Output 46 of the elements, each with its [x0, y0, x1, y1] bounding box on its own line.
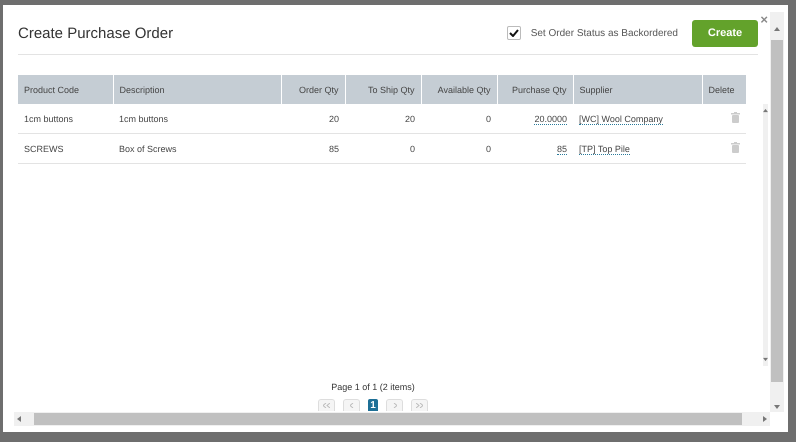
table-cell: 20 — [404, 114, 415, 124]
scroll-down-icon[interactable] — [763, 357, 768, 362]
close-button[interactable]: × — [760, 15, 768, 25]
scroll-right-icon[interactable] — [762, 416, 768, 422]
last-page-button[interactable] — [411, 399, 428, 411]
double-chevron-right-icon — [416, 403, 423, 408]
table-cell: Box of Screws — [119, 144, 177, 154]
page-summary: Page 1 of 1 (2 items) — [331, 382, 415, 392]
table-cell: 1cm buttons — [119, 114, 168, 124]
trash-icon[interactable] — [731, 142, 740, 153]
double-chevron-left-icon — [323, 403, 330, 408]
checkbox-label: Set Order Status as Backordered — [530, 28, 678, 38]
previous-page-button[interactable] — [343, 399, 360, 411]
column-header[interactable]: Supplier — [573, 75, 702, 104]
column-header[interactable]: Available Qty — [421, 75, 497, 104]
chevron-left-icon — [350, 403, 354, 408]
quantity-link[interactable]: 20.0000 — [534, 114, 567, 124]
page-button[interactable]: 1 — [368, 399, 378, 411]
quantity-link[interactable]: 85 — [556, 144, 567, 154]
column-header[interactable]: Purchase Qty — [497, 75, 573, 104]
scroll-up-icon[interactable] — [774, 26, 780, 32]
horizontal-scrollbar[interactable] — [14, 412, 770, 426]
table-cell: SCREWS — [24, 144, 64, 154]
table-cell: 0 — [486, 144, 491, 154]
chevron-right-icon — [392, 403, 396, 408]
first-page-button[interactable] — [318, 399, 335, 411]
table-cell: 0 — [410, 144, 415, 154]
dialog-title: Create Purchase Order — [18, 24, 174, 42]
scroll-left-icon[interactable] — [16, 416, 22, 422]
table-cell: 1cm buttons — [24, 114, 74, 124]
column-header[interactable]: Delete — [702, 75, 746, 104]
table-cell: 20 — [328, 114, 339, 124]
trash-icon[interactable] — [731, 112, 740, 123]
scroll-up-icon[interactable] — [763, 108, 768, 113]
column-header[interactable]: Product Code — [18, 75, 113, 104]
scroll-down-icon[interactable] — [774, 404, 780, 410]
vertical-scrollbar[interactable] — [770, 12, 784, 412]
next-page-button[interactable] — [386, 399, 403, 411]
column-header[interactable]: Order Qty — [281, 75, 345, 104]
supplier-link[interactable]: [TP] Top Pile — [579, 144, 630, 154]
table-cell: 0 — [486, 114, 491, 124]
supplier-link[interactable]: [WC] Wool Company — [579, 114, 663, 124]
table-cell: 85 — [328, 144, 339, 154]
column-header[interactable]: Description — [113, 75, 281, 104]
column-header[interactable]: To Ship Qty — [345, 75, 421, 104]
backorder-checkbox[interactable] — [506, 26, 521, 40]
